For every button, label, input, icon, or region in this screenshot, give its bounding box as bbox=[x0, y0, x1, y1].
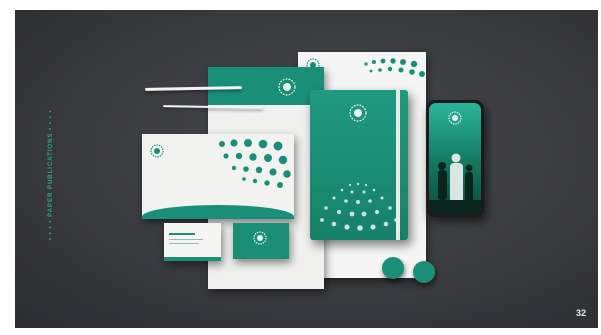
side-label: • • • • PAPER PUBLICATIONS • • • • bbox=[48, 109, 54, 240]
phone-screen bbox=[429, 103, 481, 214]
dot-pattern-graphic bbox=[364, 58, 425, 77]
notebook bbox=[310, 90, 408, 240]
slide-canvas: • • • • PAPER PUBLICATIONS • • • • 32 bbox=[15, 10, 598, 328]
people-silhouette-graphic bbox=[429, 153, 481, 214]
smartphone bbox=[426, 100, 484, 217]
dot-pattern-graphic bbox=[219, 139, 291, 188]
dotted-sphere-logo-icon bbox=[253, 231, 267, 245]
business-card-back bbox=[233, 223, 289, 259]
dotted-sphere-logo-icon bbox=[278, 78, 296, 96]
envelope-green-band bbox=[142, 205, 294, 219]
business-card-front bbox=[164, 223, 221, 261]
dotted-sphere-logo-icon bbox=[349, 104, 367, 122]
page-number: 32 bbox=[575, 308, 586, 318]
pin-badge bbox=[413, 261, 435, 283]
dotted-sphere-logo-icon bbox=[150, 144, 164, 158]
dot-pattern-graphic bbox=[320, 182, 398, 231]
pin-badge bbox=[382, 257, 404, 279]
notebook-strap bbox=[396, 90, 400, 240]
dotted-sphere-logo-icon bbox=[448, 111, 462, 125]
envelope bbox=[142, 134, 294, 219]
